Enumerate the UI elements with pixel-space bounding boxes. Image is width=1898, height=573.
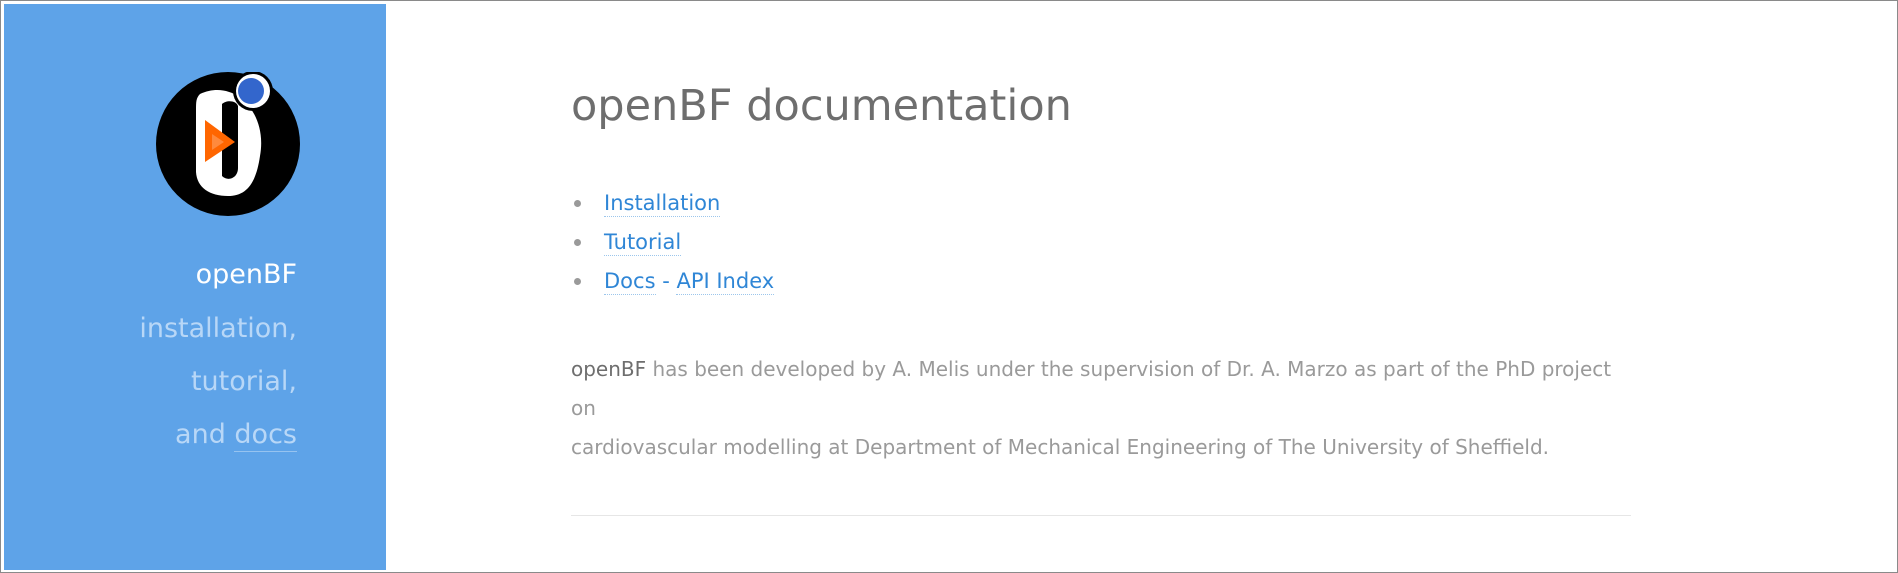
tutorial-link[interactable]: Tutorial xyxy=(604,230,682,256)
project-description: openBF has been developed by A. Melis un… xyxy=(571,350,1631,467)
page-frame: openBF installation, tutorial, and docs … xyxy=(0,0,1898,573)
horizontal-divider xyxy=(571,515,1631,516)
sidebar-tagline-prefix: and xyxy=(175,419,235,450)
bullet-icon xyxy=(574,200,581,207)
sidebar-docs-link[interactable]: docs xyxy=(234,419,297,452)
bullet-icon xyxy=(574,278,581,285)
description-line-2: cardiovascular modelling at Department o… xyxy=(571,435,1550,459)
sidebar-tagline-docs: and docs xyxy=(175,419,297,452)
sidebar: openBF installation, tutorial, and docs xyxy=(4,4,386,570)
page-title: openBF documentation xyxy=(571,81,1072,131)
sidebar-tagline-tutorial: tutorial, xyxy=(190,366,297,397)
bullet-icon xyxy=(574,239,581,246)
toc-item-tutorial: Tutorial xyxy=(571,227,774,266)
toc-separator: - xyxy=(662,269,670,293)
toc-item-docs: Docs - API Index xyxy=(571,266,775,305)
project-name: openBF xyxy=(571,357,647,381)
description-line-1: has been developed by A. Melis under the… xyxy=(571,357,1612,420)
installation-link[interactable]: Installation xyxy=(604,191,721,217)
sidebar-title: openBF xyxy=(195,259,297,290)
openbf-logo-icon[interactable] xyxy=(156,72,300,216)
table-of-contents: Installation Tutorial Docs - API Index xyxy=(571,188,775,305)
docs-link[interactable]: Docs xyxy=(604,269,656,295)
sidebar-tagline-installation: installation, xyxy=(139,313,297,344)
toc-item-installation: Installation xyxy=(571,188,774,227)
api-index-link[interactable]: API Index xyxy=(676,269,775,295)
